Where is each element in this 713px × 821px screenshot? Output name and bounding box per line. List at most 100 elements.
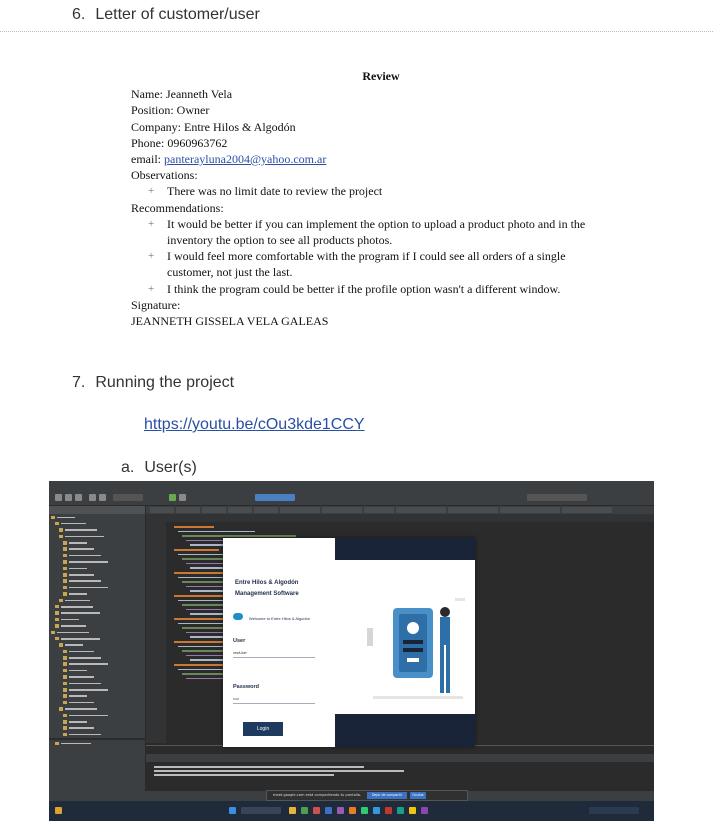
section-number: 6. <box>72 6 86 23</box>
observations-label: Observations: <box>131 168 198 183</box>
app-icon[interactable] <box>337 807 344 814</box>
brand-line-1: Entre Hilos & Algodón <box>235 580 299 586</box>
decor-banner-bottom <box>335 714 475 747</box>
email-link[interactable]: panterayluna2004@yahoo.com.ar <box>164 152 326 166</box>
password-underline <box>233 703 315 704</box>
recommendation-text: I would feel more comfortable with the p… <box>167 249 566 280</box>
code-line <box>182 535 296 537</box>
search-box[interactable] <box>527 494 587 501</box>
user-input[interactable]: newUser <box>233 651 247 655</box>
code-line <box>174 595 229 597</box>
recommendation-item: + It would be better if you can implement… <box>131 216 591 248</box>
toggle-icon[interactable] <box>233 613 243 620</box>
app-icon[interactable] <box>313 807 320 814</box>
login-button[interactable]: Login <box>243 722 283 736</box>
signature-name: JEANNETH GISSELA VELA GALEAS <box>131 314 329 329</box>
observation-text: There was no limit date to review the pr… <box>167 184 383 199</box>
recommendation-item: + I think the program could be better if … <box>131 281 591 297</box>
editor-tab[interactable] <box>562 507 612 513</box>
project-tree <box>49 514 145 763</box>
section-6-heading: 6. Letter of customer/user <box>72 6 260 24</box>
letter-phone: Phone: 0960963762 <box>131 135 228 150</box>
youtube-link[interactable]: https://youtu.be/cOu3kde1CCY <box>144 416 365 434</box>
app-icon[interactable] <box>373 807 380 814</box>
weather-icon[interactable] <box>55 807 62 814</box>
editor-tab[interactable] <box>254 507 278 513</box>
section-number: 7. <box>72 374 86 391</box>
output-line <box>154 770 404 772</box>
app-icon[interactable] <box>325 807 332 814</box>
new-file-icon[interactable] <box>55 494 62 501</box>
editor-tab[interactable] <box>280 507 320 513</box>
chrome-icon[interactable] <box>301 807 308 814</box>
section-divider <box>0 31 713 32</box>
bullet-mark: + <box>148 217 155 230</box>
file-explorer-icon[interactable] <box>289 807 296 814</box>
debug-icon[interactable] <box>179 494 186 501</box>
password-input[interactable]: ••••• <box>233 697 239 701</box>
editor-tab[interactable] <box>448 507 498 513</box>
start-icon[interactable] <box>229 807 236 814</box>
letter-company: Company: Entre Hilos & Algodón <box>131 119 296 134</box>
editor-tab[interactable] <box>322 507 362 513</box>
subsection-letter: a. <box>121 459 135 476</box>
editor-tab[interactable] <box>500 507 560 513</box>
login-illustration <box>367 598 465 699</box>
screen-share-toast: meet.google.com está compartiendo tu pan… <box>266 790 468 801</box>
bullet-mark: + <box>148 282 155 295</box>
undo-icon[interactable] <box>89 494 96 501</box>
editor-tab[interactable] <box>396 507 446 513</box>
recommendation-text: It would be better if you can implement … <box>167 216 586 248</box>
hide-button[interactable]: Ocultar <box>410 792 426 799</box>
editor-tab[interactable] <box>176 507 200 513</box>
bullet-mark: + <box>148 185 155 198</box>
editor-tab[interactable] <box>150 507 174 513</box>
password-label: Password <box>233 684 259 690</box>
letter-email-row: email: panterayluna2004@yahoo.com.ar <box>131 151 591 167</box>
code-line <box>174 572 224 574</box>
output-line <box>154 766 364 768</box>
windows-taskbar <box>49 801 654 821</box>
signature-label: Signature: <box>131 297 181 312</box>
code-line <box>178 530 255 533</box>
projects-panel <box>49 506 145 762</box>
section-title: Running the project <box>95 374 235 391</box>
section-7-heading: 7. Running the project <box>72 374 234 392</box>
run-icon[interactable] <box>169 494 176 501</box>
app-brand: Entre Hilos & Algodón Management Softwar… <box>235 578 299 600</box>
editor-tabs <box>146 506 654 514</box>
save-icon[interactable] <box>75 494 82 501</box>
config-dropdown[interactable] <box>113 494 143 501</box>
search-bar[interactable] <box>241 807 281 814</box>
editor-tab[interactable] <box>228 507 252 513</box>
letter-name: Name: Jeanneth Vela <box>131 87 233 102</box>
bullet-mark: + <box>148 250 155 263</box>
section-title: Letter of customer/user <box>95 6 260 23</box>
recommendation-item: + I would feel more comfortable with the … <box>131 248 591 280</box>
stop-sharing-button[interactable]: Dejar de compartir <box>367 792 407 799</box>
panel-tabs <box>49 506 145 514</box>
app-icon[interactable] <box>361 807 368 814</box>
app-icon[interactable] <box>385 807 392 814</box>
code-line <box>174 526 214 528</box>
editor-tab[interactable] <box>364 507 394 513</box>
redo-icon[interactable] <box>99 494 106 501</box>
app-icon[interactable] <box>421 807 428 814</box>
welcome-text: Welcome to Entre Hilos & Algodón <box>249 616 311 621</box>
open-project-icon[interactable] <box>65 494 72 501</box>
app-icon[interactable] <box>397 807 404 814</box>
memory-indicator <box>255 494 295 501</box>
line-gutter <box>146 522 166 743</box>
decor-banner-top <box>335 538 475 560</box>
login-window: Entre Hilos & Algodón Management Softwar… <box>223 538 475 747</box>
observation-item: + There was no limit date to review the p… <box>131 183 591 199</box>
review-letter: Review Name: Jeanneth Vela Position: Own… <box>131 68 591 329</box>
subsection-a-heading: a. User(s) <box>121 459 197 477</box>
output-line <box>154 774 334 776</box>
output-tabs <box>146 754 654 762</box>
system-tray[interactable] <box>589 807 639 814</box>
editor-tab[interactable] <box>202 507 226 513</box>
letter-heading: Review <box>362 69 400 83</box>
app-icon[interactable] <box>349 807 356 814</box>
app-icon[interactable] <box>409 807 416 814</box>
